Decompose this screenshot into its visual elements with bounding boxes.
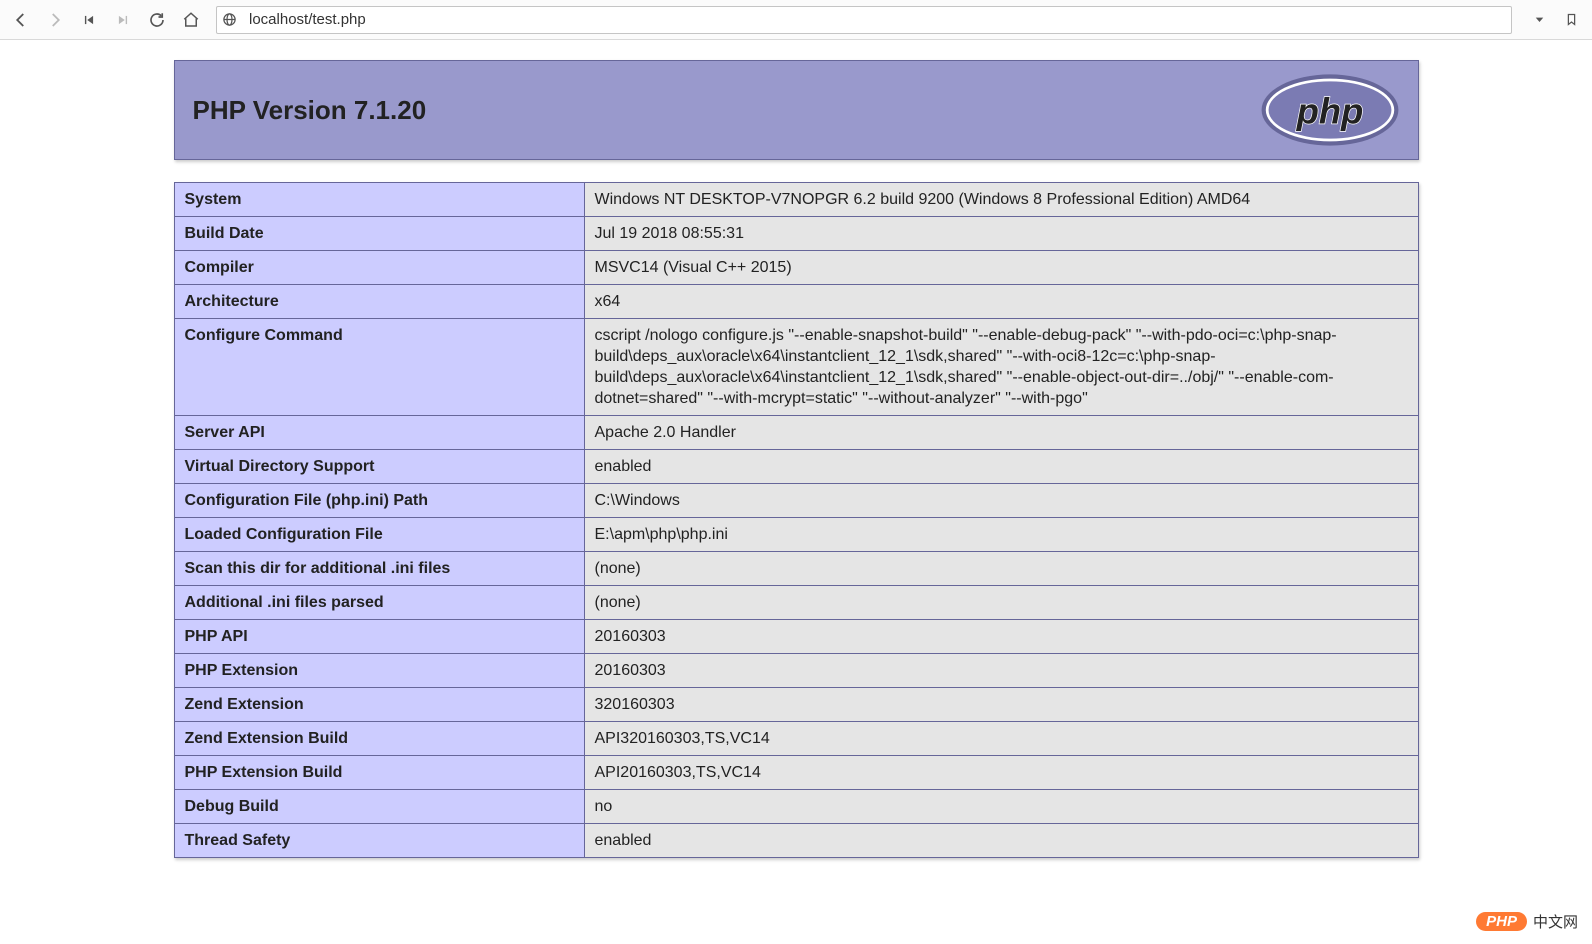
forward-button[interactable]	[40, 5, 70, 35]
url-input[interactable]	[243, 11, 1511, 28]
php-logo: php	[1260, 73, 1400, 147]
info-key: Build Date	[174, 217, 584, 251]
info-key: Debug Build	[174, 790, 584, 824]
table-row: PHP API20160303	[174, 620, 1418, 654]
address-bar[interactable]	[216, 6, 1512, 34]
table-row: PHP Extension20160303	[174, 654, 1418, 688]
phpinfo-page: PHP Version 7.1.20 php SystemWindows NT …	[174, 40, 1419, 898]
table-row: Configuration File (php.ini) PathC:\Wind…	[174, 484, 1418, 518]
skip-back-button[interactable]	[74, 5, 104, 35]
info-key: PHP Extension Build	[174, 756, 584, 790]
info-key: Architecture	[174, 285, 584, 319]
info-key: Compiler	[174, 251, 584, 285]
back-button[interactable]	[6, 5, 36, 35]
page-viewport[interactable]: PHP Version 7.1.20 php SystemWindows NT …	[0, 40, 1592, 944]
table-row: Zend Extension320160303	[174, 688, 1418, 722]
info-key: Thread Safety	[174, 824, 584, 858]
table-row: Configure Commandcscript /nologo configu…	[174, 319, 1418, 416]
info-value: Apache 2.0 Handler	[584, 416, 1418, 450]
info-value: enabled	[584, 824, 1418, 858]
table-row: PHP Extension BuildAPI20160303,TS,VC14	[174, 756, 1418, 790]
info-value: (none)	[584, 552, 1418, 586]
table-row: Scan this dir for additional .ini files(…	[174, 552, 1418, 586]
table-row: Build DateJul 19 2018 08:55:31	[174, 217, 1418, 251]
info-value: x64	[584, 285, 1418, 319]
info-key: PHP API	[174, 620, 584, 654]
info-value: 20160303	[584, 620, 1418, 654]
info-key: Zend Extension	[174, 688, 584, 722]
reload-button[interactable]	[142, 5, 172, 35]
info-key: Loaded Configuration File	[174, 518, 584, 552]
table-row: Debug Buildno	[174, 790, 1418, 824]
svg-text:php: php	[1295, 90, 1363, 131]
table-row: Virtual Directory Supportenabled	[174, 450, 1418, 484]
dropdown-icon[interactable]	[1524, 5, 1554, 35]
home-button[interactable]	[176, 5, 206, 35]
info-key: Virtual Directory Support	[174, 450, 584, 484]
info-value: E:\apm\php\php.ini	[584, 518, 1418, 552]
info-value: C:\Windows	[584, 484, 1418, 518]
table-row: Loaded Configuration FileE:\apm\php\php.…	[174, 518, 1418, 552]
table-row: Zend Extension BuildAPI320160303,TS,VC14	[174, 722, 1418, 756]
table-row: SystemWindows NT DESKTOP-V7NOPGR 6.2 bui…	[174, 183, 1418, 217]
site-info-icon[interactable]	[217, 12, 243, 27]
info-key: System	[174, 183, 584, 217]
table-row: Additional .ini files parsed(none)	[174, 586, 1418, 620]
info-value: cscript /nologo configure.js "--enable-s…	[584, 319, 1418, 416]
info-key: Configuration File (php.ini) Path	[174, 484, 584, 518]
info-value: MSVC14 (Visual C++ 2015)	[584, 251, 1418, 285]
watermark-text: 中文网	[1533, 911, 1578, 932]
phpinfo-header: PHP Version 7.1.20 php	[174, 60, 1419, 160]
watermark: PHP 中文网	[1476, 911, 1578, 932]
table-row: Server APIApache 2.0 Handler	[174, 416, 1418, 450]
info-value: (none)	[584, 586, 1418, 620]
info-key: Additional .ini files parsed	[174, 586, 584, 620]
info-value: Jul 19 2018 08:55:31	[584, 217, 1418, 251]
table-row: Thread Safetyenabled	[174, 824, 1418, 858]
table-row: Architecturex64	[174, 285, 1418, 319]
info-value: API20160303,TS,VC14	[584, 756, 1418, 790]
info-key: PHP Extension	[174, 654, 584, 688]
info-value: enabled	[584, 450, 1418, 484]
info-value: 320160303	[584, 688, 1418, 722]
info-value: no	[584, 790, 1418, 824]
phpinfo-table: SystemWindows NT DESKTOP-V7NOPGR 6.2 bui…	[174, 182, 1419, 858]
bookmark-icon[interactable]	[1556, 5, 1586, 35]
watermark-pill: PHP	[1476, 912, 1527, 931]
skip-forward-button[interactable]	[108, 5, 138, 35]
browser-toolbar	[0, 0, 1592, 40]
info-key: Server API	[174, 416, 584, 450]
table-row: CompilerMSVC14 (Visual C++ 2015)	[174, 251, 1418, 285]
php-version-title: PHP Version 7.1.20	[193, 95, 427, 126]
info-key: Zend Extension Build	[174, 722, 584, 756]
info-key: Scan this dir for additional .ini files	[174, 552, 584, 586]
info-value: API320160303,TS,VC14	[584, 722, 1418, 756]
info-value: 20160303	[584, 654, 1418, 688]
info-key: Configure Command	[174, 319, 584, 416]
info-value: Windows NT DESKTOP-V7NOPGR 6.2 build 920…	[584, 183, 1418, 217]
